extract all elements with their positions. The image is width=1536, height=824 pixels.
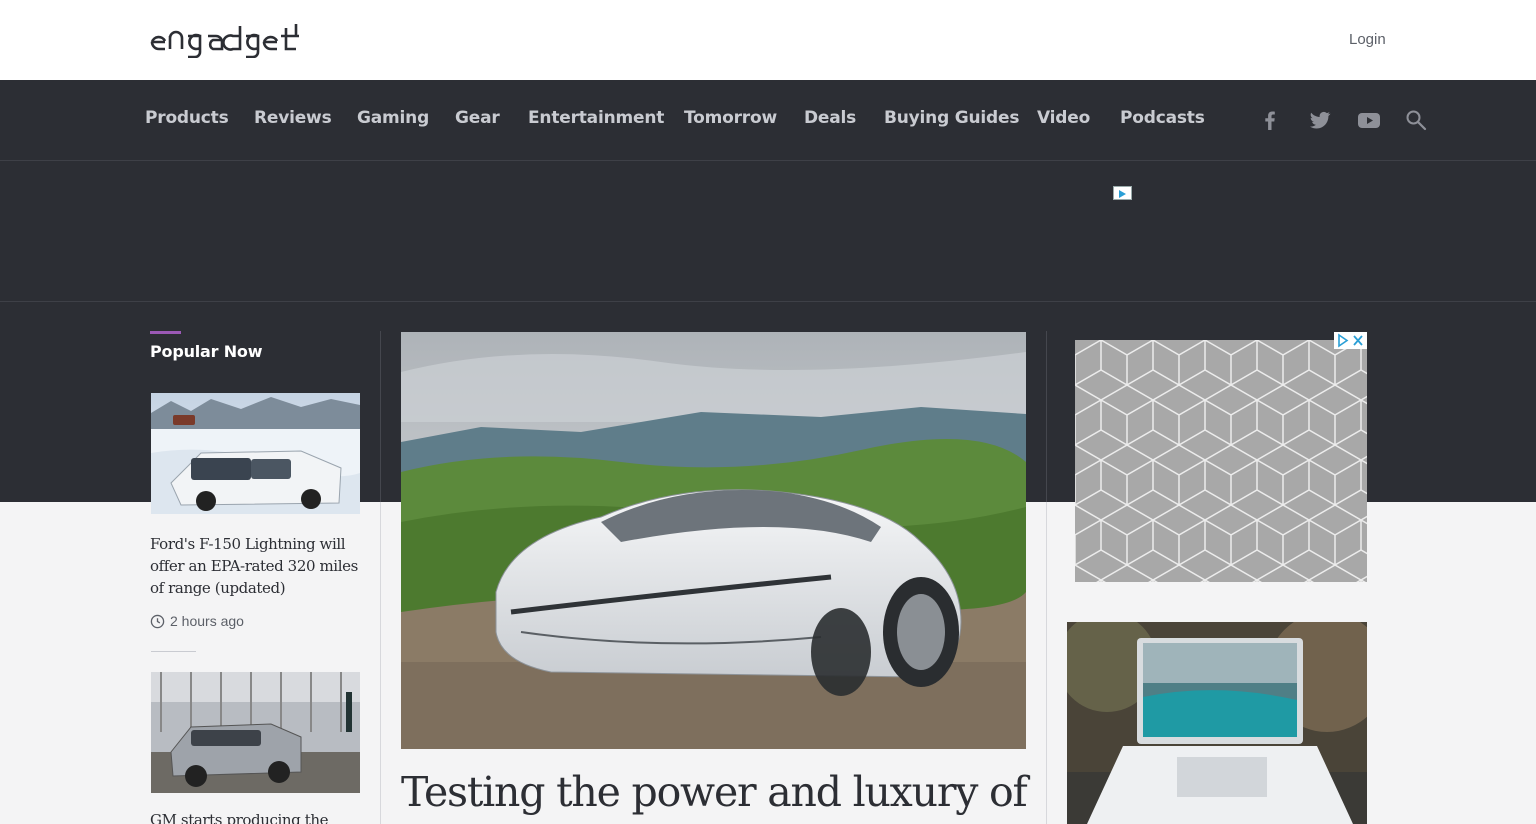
sidebar-ad[interactable] bbox=[1075, 340, 1367, 582]
youtube-icon[interactable] bbox=[1357, 108, 1381, 132]
column-divider bbox=[1046, 502, 1047, 824]
nav-item-entertainment[interactable]: Entertainment bbox=[528, 108, 664, 128]
nav-item-tomorrow[interactable]: Tomorrow bbox=[684, 108, 777, 128]
top-ad-slot bbox=[0, 161, 1536, 302]
column-divider bbox=[1046, 331, 1047, 502]
divider bbox=[151, 651, 196, 652]
engadget-logo[interactable] bbox=[150, 22, 310, 58]
nav-item-buying-guides[interactable]: Buying Guides bbox=[884, 108, 1019, 128]
nav-item-video[interactable]: Video bbox=[1037, 108, 1090, 128]
hero-headline[interactable]: Testing the power and luxury of bbox=[401, 766, 1041, 818]
timestamp-text: 2 hours ago bbox=[170, 613, 244, 629]
nav-item-gaming[interactable]: Gaming bbox=[357, 108, 429, 128]
sidebar-article-image[interactable] bbox=[1067, 622, 1367, 824]
column-divider bbox=[380, 331, 381, 502]
login-link[interactable]: Login bbox=[1349, 31, 1386, 48]
site-header: Login bbox=[0, 0, 1536, 80]
popular-now-heading: Popular Now bbox=[150, 342, 263, 361]
popular-thumbnail-truck[interactable] bbox=[151, 393, 360, 514]
popular-thumbnail-factory[interactable] bbox=[151, 672, 360, 793]
search-icon[interactable] bbox=[1404, 108, 1428, 132]
timestamp: 2 hours ago bbox=[150, 613, 244, 629]
adchoices-icon[interactable] bbox=[1113, 186, 1132, 200]
clock-icon bbox=[150, 614, 165, 628]
nav-item-deals[interactable]: Deals bbox=[804, 108, 856, 128]
popular-headline-2[interactable]: GM starts producing the bbox=[150, 809, 365, 824]
nav-item-gear[interactable]: Gear bbox=[455, 108, 500, 128]
twitter-icon[interactable] bbox=[1308, 108, 1332, 132]
nav-item-podcasts[interactable]: Podcasts bbox=[1120, 108, 1205, 128]
hero-image[interactable] bbox=[401, 332, 1026, 749]
ad-close-button[interactable] bbox=[1334, 332, 1367, 349]
facebook-icon[interactable] bbox=[1258, 108, 1282, 132]
nav-item-products[interactable]: Products bbox=[145, 108, 229, 128]
column-divider bbox=[380, 502, 381, 824]
nav-item-reviews[interactable]: Reviews bbox=[254, 108, 332, 128]
popular-headline-1[interactable]: Ford's F-150 Lightning will offer an EPA… bbox=[150, 533, 365, 599]
section-accent-bar bbox=[150, 331, 181, 334]
